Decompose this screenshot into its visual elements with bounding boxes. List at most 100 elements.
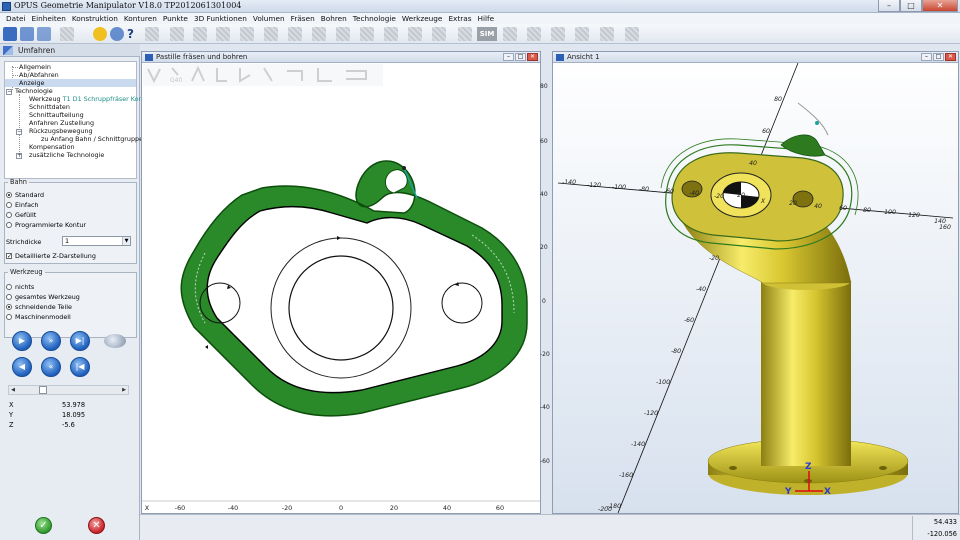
tree-item-allgemein[interactable]: Allgemein xyxy=(19,63,51,71)
minimize-button[interactable]: – xyxy=(503,53,514,61)
tree-item-anzeige[interactable]: Anzeige xyxy=(5,79,136,87)
simulation-icon[interactable]: SIM xyxy=(477,27,497,41)
minimize-button[interactable]: – xyxy=(921,53,932,61)
tree-item-zu-anfang[interactable]: zu Anfang Bahn / Schnittgruppe xyxy=(41,135,143,143)
construct-icon[interactable] xyxy=(145,27,159,41)
skip-end-button[interactable]: ▶| xyxy=(70,331,90,351)
list-view-icon[interactable] xyxy=(20,27,34,41)
tree-item-zusaetzliche[interactable]: zusätzliche Technologie xyxy=(29,151,104,159)
menu-einheiten[interactable]: Einheiten xyxy=(28,13,68,24)
progress-slider[interactable]: ◀ ▶ xyxy=(8,385,129,395)
cancel-button[interactable]: ✕ xyxy=(88,517,105,534)
bahn-option-programmierte[interactable]: Programmierte Kontur xyxy=(6,221,86,229)
highlight-icon[interactable] xyxy=(93,27,107,41)
slider-left-icon[interactable]: ◀ xyxy=(9,386,17,394)
checkbox-icon[interactable]: ✓ xyxy=(6,253,12,260)
pocket-icon[interactable] xyxy=(336,27,350,41)
surface-icon[interactable] xyxy=(288,27,302,41)
menu-technologie[interactable]: Technologie xyxy=(350,13,399,24)
werkzeug-option-nichts[interactable]: nichts xyxy=(6,283,34,291)
close-button[interactable]: ✕ xyxy=(922,0,958,12)
radio-icon[interactable] xyxy=(6,202,12,208)
tree-view-icon[interactable] xyxy=(3,27,17,41)
contour-mill-icon[interactable] xyxy=(384,27,398,41)
contour-icon[interactable] xyxy=(240,27,254,41)
line-icon[interactable] xyxy=(193,27,207,41)
maximize-button[interactable]: □ xyxy=(515,53,526,61)
menu-volumen[interactable]: Volumen xyxy=(250,13,288,24)
rewind-button[interactable]: ◀ xyxy=(12,357,32,377)
fast-rewind-button[interactable]: « xyxy=(41,357,61,377)
settings-icon[interactable] xyxy=(110,27,124,41)
layout-icon[interactable] xyxy=(37,27,51,41)
tree-item-rueckzug[interactable]: Rückzugsbewegung xyxy=(29,127,93,135)
bahn-option-gefuellt[interactable]: Gefüllt xyxy=(6,211,36,219)
measure-icon[interactable] xyxy=(264,27,278,41)
menu-bohren[interactable]: Bohren xyxy=(318,13,350,24)
chevron-down-icon[interactable]: ▼ xyxy=(122,237,130,245)
export-icon[interactable] xyxy=(625,27,639,41)
radio-icon[interactable] xyxy=(6,212,12,218)
view-2d-canvas[interactable]: G40 X -60 -40 -20 0 20 40 60 xyxy=(142,63,540,512)
fast-forward-button[interactable]: » xyxy=(41,331,61,351)
tree-item-kompensation[interactable]: Kompensation xyxy=(29,143,75,151)
tree-expander[interactable]: + xyxy=(16,153,22,159)
strichdicke-select[interactable]: 1 ▼ xyxy=(62,236,131,246)
skip-start-button[interactable]: |◀ xyxy=(70,357,90,377)
menu-extras[interactable]: Extras xyxy=(445,13,474,24)
postprocessor-icon[interactable] xyxy=(503,27,517,41)
maximize-button[interactable]: □ xyxy=(933,53,944,61)
tree-item-schnittaufteilung[interactable]: Schnittaufteilung xyxy=(29,111,84,119)
play-button[interactable]: ▶ xyxy=(12,331,32,351)
tree-item-technologie[interactable]: Technologie xyxy=(15,87,53,95)
close-button[interactable]: ✕ xyxy=(945,53,956,61)
menu-werkzeuge[interactable]: Werkzeuge xyxy=(399,13,446,24)
menu-datei[interactable]: Datei xyxy=(3,13,28,24)
tree-item-anfahren[interactable]: Anfahren Zustellung xyxy=(29,119,94,127)
maximize-button[interactable]: □ xyxy=(900,0,922,12)
back-icon[interactable] xyxy=(551,27,565,41)
radio-icon[interactable] xyxy=(6,192,12,198)
tree-item-werkzeug[interactable]: Werkzeug T1 D1 Schruppfräser Kordel xyxy=(29,95,151,103)
menu-konstruktion[interactable]: Konstruktion xyxy=(69,13,121,24)
ok-button[interactable]: ✓ xyxy=(35,517,52,534)
radio-icon[interactable] xyxy=(6,284,12,290)
drill-icon[interactable] xyxy=(360,27,374,41)
table-icon[interactable] xyxy=(458,27,472,41)
forward-icon[interactable] xyxy=(575,27,589,41)
werkzeug-option-schneidende[interactable]: schneidende Teile xyxy=(6,303,72,311)
tool-view-icon[interactable] xyxy=(104,334,126,348)
redo-icon[interactable] xyxy=(600,27,614,41)
bahn-option-standard[interactable]: Standard xyxy=(6,191,44,199)
face-mill-icon[interactable] xyxy=(408,27,422,41)
tree-item-ablaufen[interactable]: Ab/Abfahren xyxy=(19,71,59,79)
snap-icon[interactable] xyxy=(60,27,74,41)
close-button[interactable]: ✕ xyxy=(527,53,538,61)
help-icon[interactable]: ? xyxy=(127,27,134,41)
undo-icon[interactable] xyxy=(527,27,541,41)
minimize-button[interactable]: – xyxy=(878,0,900,12)
view-3d-canvas[interactable]: -140 -120 -100 -80 -60 -40 -20 X 20 40 6… xyxy=(553,63,958,513)
radio-icon[interactable] xyxy=(6,314,12,320)
slider-right-icon[interactable]: ▶ xyxy=(120,386,128,394)
detail-z-checkbox[interactable]: ✓ Detaillierte Z-Darstellung xyxy=(6,252,96,260)
circle-icon[interactable] xyxy=(216,27,230,41)
slider-thumb[interactable] xyxy=(39,386,47,394)
tree-expander[interactable]: − xyxy=(6,89,12,95)
menu-punkte[interactable]: Punkte xyxy=(160,13,191,24)
volume-icon[interactable] xyxy=(312,27,326,41)
menu-3d-funktionen[interactable]: 3D Funktionen xyxy=(191,13,250,24)
radio-icon[interactable] xyxy=(6,304,12,310)
menu-konturen[interactable]: Konturen xyxy=(121,13,160,24)
point-icon[interactable] xyxy=(170,27,184,41)
tree-item-schnittdaten[interactable]: Schnittdaten xyxy=(29,103,70,111)
radio-icon[interactable] xyxy=(6,294,12,300)
tool-icon[interactable] xyxy=(432,27,446,41)
tree-expander[interactable]: − xyxy=(16,129,22,135)
radio-icon[interactable] xyxy=(6,222,12,228)
werkzeug-option-gesamtes[interactable]: gesamtes Werkzeug xyxy=(6,293,80,301)
menu-fraesen[interactable]: Fräsen xyxy=(288,13,318,24)
bahn-option-einfach[interactable]: Einfach xyxy=(6,201,39,209)
menu-hilfe[interactable]: Hilfe xyxy=(475,13,498,24)
werkzeug-option-maschinenmodell[interactable]: Maschinenmodell xyxy=(6,313,71,321)
